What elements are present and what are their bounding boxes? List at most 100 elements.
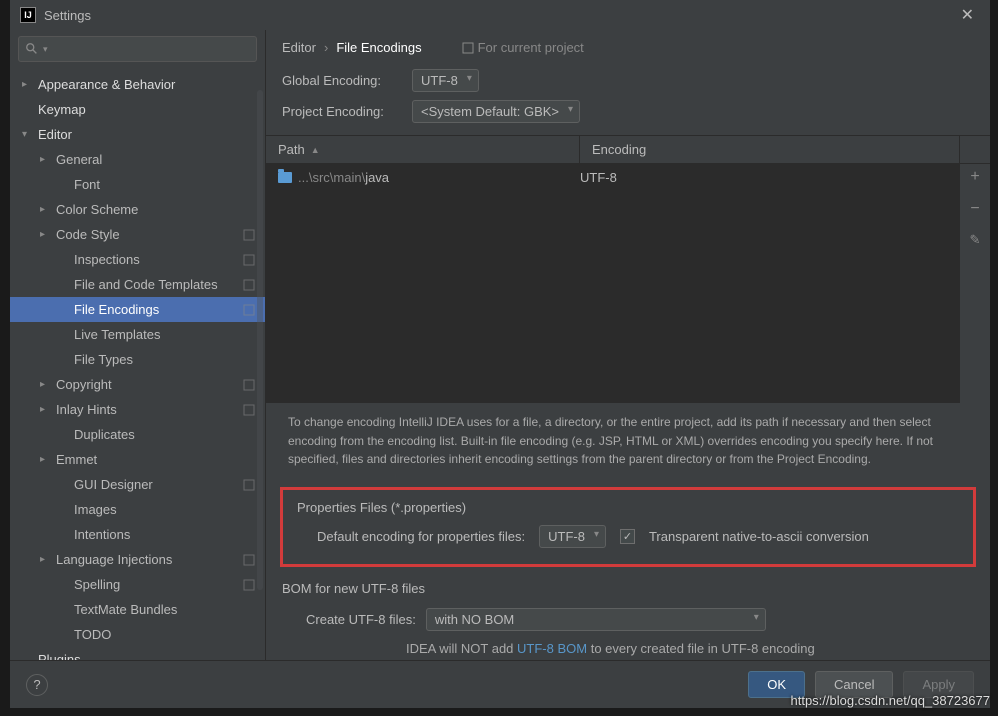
tree-item-label: Images [74,502,117,517]
tree-item-label: File Types [74,352,133,367]
close-icon[interactable]: ✕ [955,5,980,25]
properties-group: Properties Files (*.properties) Default … [280,487,976,567]
arrow-icon: ▸ [40,404,52,415]
tree-item-label: General [56,152,102,167]
tree-item-textmate-bundles[interactable]: TextMate Bundles [10,597,265,622]
tree-item-label: Plugins [38,652,81,660]
tree-item-font[interactable]: Font [10,172,265,197]
settings-sidebar: ▾ ▸Appearance & BehaviorKeymap▾Editor▸Ge… [10,30,266,660]
tree-item-label: Spelling [74,577,120,592]
scope-badge-icon [243,404,255,416]
tree-item-label: TODO [74,627,111,642]
tree-item-gui-designer[interactable]: GUI Designer [10,472,265,497]
transparent-ascii-checkbox[interactable]: ✓ [620,529,635,544]
tree-item-editor[interactable]: ▾ Editor [10,122,265,147]
scope-badge-icon [243,479,255,491]
tree-item-color-scheme[interactable]: ▸ Color Scheme [10,197,265,222]
search-input[interactable]: ▾ [18,36,257,62]
breadcrumb-current: File Encodings [336,40,421,55]
chevron-right-icon: › [324,40,328,55]
tree-item-label: Copyright [56,377,112,392]
tree-item-label: GUI Designer [74,477,153,492]
tree-item-label: Appearance & Behavior [38,77,175,92]
arrow-icon: ▸ [40,454,52,465]
scope-badge-icon [243,379,255,391]
tree-item-label: Editor [38,127,72,142]
tree-item-label: Code Style [56,227,120,242]
tree-item-images[interactable]: Images [10,497,265,522]
breadcrumb-root: Editor [282,40,316,55]
arrow-icon: ▾ [22,129,34,140]
arrow-icon: ▸ [40,204,52,215]
project-encoding-select[interactable]: <System Default: GBK> [412,100,580,123]
arrow-icon: ▸ [40,379,52,390]
edit-icon[interactable]: ✎ [970,232,981,248]
folder-icon [278,172,292,183]
tree-item-emmet[interactable]: ▸ Emmet [10,447,265,472]
tree-item-live-templates[interactable]: Live Templates [10,322,265,347]
tree-item-label: Language Injections [56,552,172,567]
tree-item-file-and-code-templates[interactable]: File and Code Templates [10,272,265,297]
window-title: Settings [44,8,955,23]
row-encoding: UTF-8 [580,170,948,185]
properties-encoding-select[interactable]: UTF-8 [539,525,606,548]
tree-item-inspections[interactable]: Inspections [10,247,265,272]
tree-item-spelling[interactable]: Spelling [10,572,265,597]
tree-item-label: Inlay Hints [56,402,117,417]
bom-link[interactable]: UTF-8 BOM [517,641,587,656]
tree-item-general[interactable]: ▸ General [10,147,265,172]
arrow-icon: ▸ [40,154,52,165]
scope-badge-icon [243,254,255,266]
scope-badge-icon [243,554,255,566]
arrow-icon: ▸ [40,554,52,565]
properties-encoding-label: Default encoding for properties files: [317,529,525,544]
bom-label: Create UTF-8 files: [306,612,416,627]
tree-item-todo[interactable]: TODO [10,622,265,647]
tree-item-label: TextMate Bundles [74,602,177,617]
bom-select[interactable]: with NO BOM [426,608,766,631]
encoding-table: Path▲ Encoding ...\src\main\java UTF-8 [266,135,990,403]
tree-item-copyright[interactable]: ▸ Copyright [10,372,265,397]
remove-icon[interactable]: − [970,200,979,218]
scope-badge-icon [243,579,255,591]
watermark: https://blog.csdn.net/qq_38723677 [791,693,991,708]
scrollbar[interactable] [257,90,263,590]
scope-badge-icon [243,229,255,241]
tree-item-keymap[interactable]: Keymap [10,97,265,122]
tree-item-plugins[interactable]: Plugins [10,647,265,660]
add-icon[interactable]: + [970,168,979,186]
tree-item-intentions[interactable]: Intentions [10,522,265,547]
scope-badge-icon [243,279,255,291]
column-encoding[interactable]: Encoding [580,136,960,163]
column-path[interactable]: Path▲ [266,136,580,163]
table-row[interactable]: ...\src\main\java UTF-8 [266,164,960,191]
tree-item-file-types[interactable]: File Types [10,347,265,372]
search-icon [25,42,39,56]
tree-item-code-style[interactable]: ▸Code Style [10,222,265,247]
tree-item-label: File and Code Templates [74,277,218,292]
project-scope-hint: For current project [462,40,584,55]
tree-item-label: Emmet [56,452,97,467]
tree-item-inlay-hints[interactable]: ▸ Inlay Hints [10,397,265,422]
tree-item-label: Intentions [74,527,130,542]
bom-note: IDEA will NOT add UTF-8 BOM to every cre… [266,635,990,660]
tree-item-appearance-behavior[interactable]: ▸Appearance & Behavior [10,72,265,97]
global-encoding-label: Global Encoding: [282,73,402,88]
transparent-ascii-label: Transparent native-to-ascii conversion [649,529,869,544]
titlebar: IJ Settings ✕ [10,0,990,30]
tree-item-label: File Encodings [74,302,159,317]
breadcrumb: Editor › File Encodings For current proj… [266,30,990,65]
project-icon [462,42,474,54]
bom-section-title: BOM for new UTF-8 files [266,575,990,602]
tree-item-label: Color Scheme [56,202,138,217]
tree-item-duplicates[interactable]: Duplicates [10,422,265,447]
help-button[interactable]: ? [26,674,48,696]
search-chevron-icon: ▾ [43,44,48,55]
tree-item-file-encodings[interactable]: File Encodings [10,297,265,322]
tree-item-label: Inspections [74,252,140,267]
global-encoding-select[interactable]: UTF-8 [412,69,479,92]
project-encoding-label: Project Encoding: [282,104,402,119]
settings-tree: ▸Appearance & BehaviorKeymap▾Editor▸Gene… [10,68,265,660]
tree-item-language-injections[interactable]: ▸ Language Injections [10,547,265,572]
help-text: To change encoding IntelliJ IDEA uses fo… [266,403,990,479]
